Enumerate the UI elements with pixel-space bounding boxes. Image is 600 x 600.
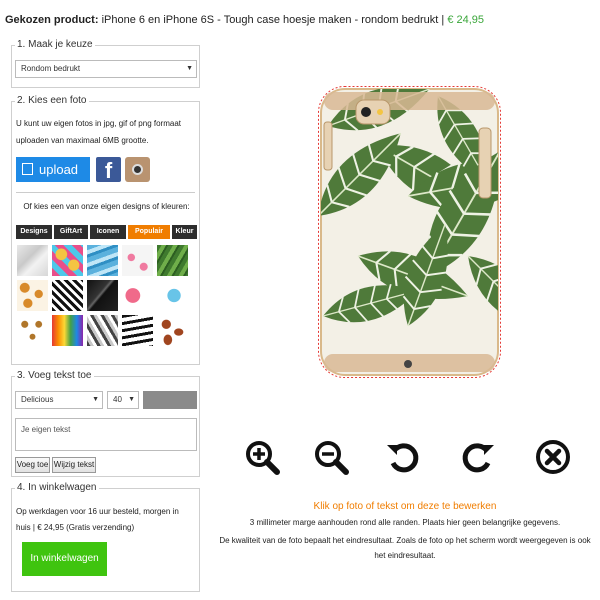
print-type-select[interactable]: Rondom bedrukt ▼: [15, 60, 197, 78]
delivery-info: Op werkdagen voor 16 uur besteld, morgen…: [16, 505, 179, 534]
divider: [16, 192, 195, 193]
design-thumbnail-flamingos[interactable]: [122, 245, 153, 276]
chevron-down-icon: ▼: [186, 65, 193, 72]
section-text-title: 3. Voeg tekst toe: [15, 370, 94, 381]
custom-text-placeholder: Je eigen tekst: [21, 425, 71, 434]
design-thumbnail-rainbow-drips[interactable]: [52, 315, 83, 346]
zoom-out-icon[interactable]: [313, 439, 349, 475]
rotate-left-icon[interactable]: [385, 439, 421, 475]
chevron-down-icon: ▼: [92, 396, 99, 403]
text-color-swatch[interactable]: [143, 391, 197, 409]
product-price: € 24,95: [447, 14, 485, 26]
section-photo-title: 2. Kies een foto: [15, 95, 89, 106]
product-header: Gekozen product: iPhone 6 en iPhone 6S -…: [5, 14, 484, 26]
design-thumbnail-stripes[interactable]: [122, 315, 153, 346]
add-text-button[interactable]: Voeg toe: [15, 457, 50, 473]
quality-notice-line: De kwaliteit van de foto bepaalt het ein…: [219, 536, 591, 545]
facebook-icon[interactable]: f: [96, 157, 121, 183]
section-choice: 1. Maak je keuze Rondom bedrukt ▼: [11, 39, 200, 88]
font-select[interactable]: Delicious ▼: [15, 391, 103, 409]
design-thumbnail-palm-leaves[interactable]: [157, 245, 188, 276]
design-thumbnail-zigzag[interactable]: [52, 280, 83, 311]
design-thumbnail-pineapples[interactable]: [52, 245, 83, 276]
zoom-in-icon[interactable]: [244, 439, 280, 475]
delivery-line: huis | € 24,95 (Gratis verzending): [16, 523, 135, 532]
design-thumbnail-heart-halves[interactable]: [122, 280, 153, 311]
section-text: 3. Voeg tekst toe Delicious ▼ 40 ▼ Je ei…: [11, 370, 200, 477]
tab-iconen[interactable]: Iconen: [90, 225, 126, 239]
design-thumbnail-marble[interactable]: [17, 245, 48, 276]
upload-instructions-line: U kunt uw eigen fotos in jpg, gif of png…: [16, 119, 181, 128]
design-thumbnail-lips[interactable]: [157, 315, 188, 346]
font-size-select[interactable]: 40 ▼: [107, 391, 139, 409]
design-thumbnail-pattern-a[interactable]: [17, 315, 48, 346]
design-thumbnail-geometric[interactable]: [87, 315, 118, 346]
upload-button[interactable]: upload: [16, 157, 90, 182]
section-cart: 4. In winkelwagen Op werkdagen voor 16 u…: [11, 482, 200, 592]
edit-text-button[interactable]: Wijzig tekst: [52, 457, 96, 473]
design-thumbnail-blue-waves[interactable]: [87, 245, 118, 276]
custom-text-input[interactable]: Je eigen tekst: [15, 418, 197, 451]
tab-designs[interactable]: Designs: [16, 225, 52, 239]
margin-notice: 3 millimeter marge aanhouden rond alle r…: [249, 518, 561, 527]
font-size-value: 40: [113, 395, 122, 404]
tab-populair[interactable]: Populair: [128, 225, 170, 239]
add-to-cart-button[interactable]: In winkelwagen: [22, 542, 107, 576]
tab-kleur[interactable]: Kleur: [172, 225, 197, 239]
phone-case-preview[interactable]: [318, 86, 501, 378]
tab-giftart[interactable]: GiftArt: [54, 225, 88, 239]
upload-label: upload: [39, 162, 79, 177]
upload-icon: [22, 163, 33, 175]
instagram-icon[interactable]: [125, 157, 150, 182]
upload-instructions-line: uploaden van maximaal 6MB grootte.: [16, 136, 149, 145]
section-choice-title: 1. Maak je keuze: [15, 39, 95, 50]
product-name: iPhone 6 en iPhone 6S - Tough case hoesj…: [101, 14, 439, 26]
quality-notice-line: het eindresultaat.: [374, 551, 436, 560]
upload-instructions: U kunt uw eigen fotos in jpg, gif of png…: [16, 117, 181, 147]
chevron-down-icon: ▼: [128, 396, 135, 403]
rotate-right-icon[interactable]: [460, 439, 496, 475]
section-photo: 2. Kies een foto U kunt uw eigen fotos i…: [11, 95, 200, 365]
section-cart-title: 4. In winkelwagen: [15, 482, 99, 493]
camera-lens-icon: [132, 164, 143, 175]
product-label: Gekozen product:: [5, 14, 99, 26]
remove-icon[interactable]: [535, 439, 571, 475]
quality-notice: De kwaliteit van de foto bepaalt het ein…: [210, 533, 600, 563]
header-separator: |: [441, 14, 445, 26]
phone-case-design: [318, 86, 501, 378]
design-thumbnail-black-marble[interactable]: [87, 280, 118, 311]
design-thumbnail-croissants[interactable]: [17, 280, 48, 311]
design-thumbnail-heart-halves-2[interactable]: [157, 280, 188, 311]
font-value: Delicious: [21, 395, 54, 404]
delivery-line: Op werkdagen voor 16 uur besteld, morgen…: [16, 507, 179, 516]
print-type-value: Rondom bedrukt: [21, 64, 81, 73]
design-instructions: Of kies een van onze eigen designs of kl…: [23, 202, 190, 211]
edit-hint: Klik op foto of tekst om deze te bewerke…: [313, 501, 497, 512]
